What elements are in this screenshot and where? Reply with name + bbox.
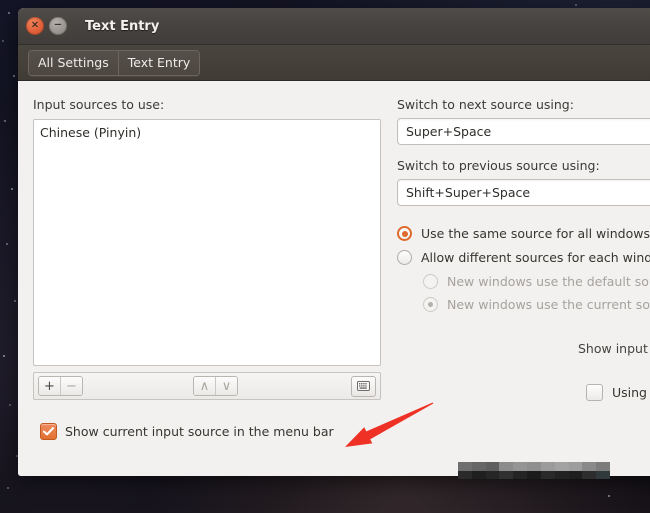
mosaic-tile — [458, 471, 472, 480]
mosaic-tile — [596, 471, 610, 480]
minimize-glyph: − — [54, 21, 62, 31]
input-sources-list[interactable]: Chinese (Pinyin) — [33, 119, 381, 366]
custom-font-row[interactable]: Using cus — [586, 384, 650, 401]
mosaic-tile — [582, 462, 596, 471]
radio-dot — [402, 231, 408, 237]
radio-dot — [428, 302, 433, 307]
star — [6, 243, 8, 245]
mosaic-tile — [472, 462, 486, 471]
radio-default-source-row: New windows use the default sou — [423, 274, 650, 289]
radio-different-sources[interactable] — [397, 250, 412, 265]
list-item[interactable]: Chinese (Pinyin) — [34, 122, 380, 143]
radio-same-source-label: Use the same source for all windows — [421, 226, 650, 241]
keyboard-layout-button[interactable] — [351, 376, 376, 397]
star — [11, 188, 13, 190]
star — [608, 495, 610, 497]
remove-source-button[interactable]: − — [60, 377, 82, 395]
minimize-icon[interactable]: − — [49, 17, 67, 35]
previous-source-shortcut-input[interactable]: Shift+Super+Space — [397, 179, 650, 206]
close-icon[interactable]: × — [26, 17, 44, 35]
move-up-button[interactable]: ∧ — [194, 377, 215, 395]
settings-content: Input sources to use: Chinese (Pinyin) +… — [18, 81, 650, 476]
star — [3, 355, 5, 357]
radio-default-source — [423, 274, 438, 289]
mosaic-tile — [486, 471, 500, 480]
next-source-label: Switch to next source using: — [397, 97, 650, 112]
star — [9, 404, 11, 406]
custom-font-checkbox[interactable] — [586, 384, 603, 401]
next-source-shortcut-input[interactable]: Super+Space — [397, 118, 650, 145]
mosaic-tile — [569, 462, 583, 471]
mosaic-tile — [582, 471, 596, 480]
radio-same-source-row[interactable]: Use the same source for all windows — [397, 226, 650, 241]
mosaic-tile — [527, 462, 541, 471]
radio-default-source-label: New windows use the default sou — [447, 274, 650, 289]
mosaic-tile — [541, 462, 555, 471]
mosaic-tile — [499, 471, 513, 480]
mosaic-tile — [541, 471, 555, 480]
show-input-candidates-label: Show input ca — [578, 341, 650, 356]
close-glyph: × — [31, 21, 39, 31]
star — [13, 75, 15, 77]
input-sources-toolbar: + − ∧ ∨ — [33, 372, 381, 400]
mosaic-tile — [499, 462, 513, 471]
check-icon — [43, 427, 54, 436]
show-in-menu-bar-label: Show current input source in the menu ba… — [65, 424, 334, 439]
mosaic-tile — [555, 471, 569, 480]
radio-same-source[interactable] — [397, 226, 412, 241]
star — [7, 487, 9, 489]
mosaic-tile — [513, 462, 527, 471]
mosaic-tile — [458, 462, 472, 471]
radio-different-sources-row[interactable]: Allow different sources for each wind — [397, 250, 650, 265]
radio-different-sources-label: Allow different sources for each wind — [421, 250, 650, 265]
keyboard-icon — [357, 381, 370, 391]
star — [4, 120, 6, 122]
mosaic-tile — [569, 471, 583, 480]
window-toolbar: All Settings Text Entry — [18, 45, 650, 81]
add-remove-button-group: + − — [38, 376, 83, 396]
window-titlebar: × − Text Entry — [18, 8, 650, 45]
radio-current-source-row: New windows use the current sou — [423, 297, 650, 312]
move-down-button[interactable]: ∨ — [215, 377, 237, 395]
all-settings-button[interactable]: All Settings — [29, 51, 118, 75]
star — [8, 12, 10, 14]
text-entry-settings-window: × − Text Entry All Settings Text Entry I… — [18, 8, 650, 476]
input-sources-panel: Input sources to use: Chinese (Pinyin) +… — [33, 97, 381, 400]
previous-source-label: Switch to previous source using: — [397, 158, 650, 173]
radio-current-source — [423, 297, 438, 312]
move-button-group: ∧ ∨ — [193, 376, 238, 396]
input-sources-label: Input sources to use: — [33, 97, 381, 112]
mosaic-tile — [472, 471, 486, 480]
show-in-menu-bar-checkbox[interactable] — [40, 423, 57, 440]
star — [575, 4, 577, 6]
show-in-menu-bar-row[interactable]: Show current input source in the menu ba… — [40, 423, 334, 440]
mosaic-censor-block — [458, 462, 610, 479]
mosaic-tile — [596, 462, 610, 471]
star — [2, 40, 4, 42]
mosaic-tile — [513, 471, 527, 480]
text-entry-button[interactable]: Text Entry — [118, 51, 200, 75]
add-source-button[interactable]: + — [39, 377, 60, 395]
radio-current-source-label: New windows use the current sou — [447, 297, 650, 312]
toolbar-button-group: All Settings Text Entry — [28, 50, 200, 76]
shortcuts-panel: Switch to next source using: Super+Space… — [397, 97, 650, 320]
mosaic-tile — [527, 471, 541, 480]
star — [14, 300, 16, 302]
window-title: Text Entry — [85, 19, 159, 34]
mosaic-tile — [486, 462, 500, 471]
custom-font-label: Using cus — [612, 385, 650, 400]
mosaic-tile — [555, 462, 569, 471]
